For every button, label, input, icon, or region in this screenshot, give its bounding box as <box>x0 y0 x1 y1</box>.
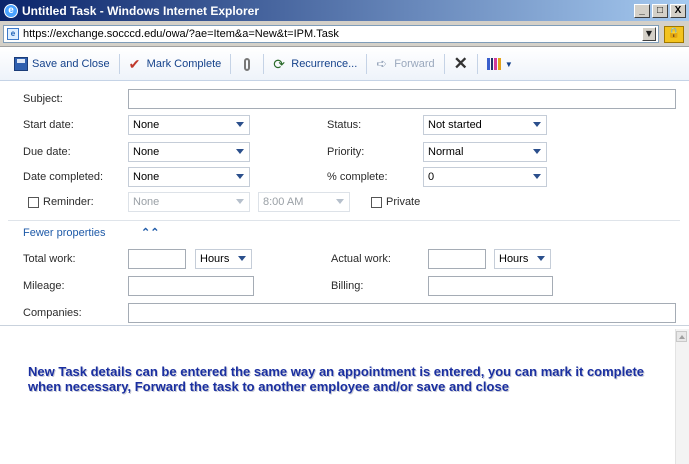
toolbar-separator <box>476 54 478 74</box>
window-title: Untitled Task - Windows Internet Explore… <box>22 3 260 18</box>
status-label: Status: <box>327 119 362 131</box>
scroll-up-arrow-icon[interactable] <box>676 331 687 342</box>
status-select[interactable]: Not started <box>423 115 547 135</box>
chevron-down-icon <box>532 147 542 157</box>
delete-icon: ✕ <box>453 54 468 73</box>
forward-label: Forward <box>394 58 435 70</box>
mark-complete-icon: ✔ <box>128 56 141 72</box>
mileage-label: Mileage: <box>23 280 65 292</box>
categories-icon <box>486 58 501 70</box>
status-value: Not started <box>428 119 482 131</box>
subject-label: Subject: <box>23 93 63 105</box>
window-controls: _ □ X <box>634 3 686 18</box>
chevron-down-icon <box>335 197 345 207</box>
recurrence-label: Recurrence... <box>291 58 358 70</box>
minimize-button[interactable]: _ <box>634 3 650 18</box>
toolbar-separator <box>443 54 445 74</box>
chevron-down-icon <box>532 172 542 182</box>
billing-label: Billing: <box>331 280 364 292</box>
body-scrollbar[interactable] <box>675 329 689 464</box>
priority-select[interactable]: Normal <box>423 142 547 162</box>
close-window-button[interactable]: X <box>670 3 686 18</box>
date-completed-label: Date completed: <box>23 171 104 183</box>
total-work-unit-value: Hours <box>200 253 230 265</box>
chevron-down-icon <box>532 120 542 130</box>
toolbar-separator <box>118 54 120 74</box>
actual-work-unit-value: Hours <box>499 253 529 265</box>
total-work-unit-select[interactable]: Hours <box>195 249 252 269</box>
save-and-close-button[interactable]: Save and Close <box>8 53 116 75</box>
task-toolbar: Save and Close ✔ Mark Complete ⟳ Recurre… <box>0 48 689 81</box>
date-completed-value: None <box>133 171 160 183</box>
save-icon <box>14 57 28 71</box>
priority-value: Normal <box>428 146 464 158</box>
start-date-label: Start date: <box>23 119 74 131</box>
fewer-properties-link[interactable]: Fewer properties <box>23 227 106 239</box>
total-work-label: Total work: <box>23 253 76 265</box>
toolbar-separator <box>263 54 265 74</box>
save-and-close-label: Save and Close <box>32 58 110 70</box>
actual-work-label: Actual work: <box>331 253 391 265</box>
start-date-select[interactable]: None <box>128 115 250 135</box>
categories-dropdown-icon: ▼ <box>504 59 513 69</box>
chevron-down-icon <box>235 147 245 157</box>
percent-complete-label: % complete: <box>327 171 388 183</box>
window-titlebar: e Untitled Task - Windows Internet Explo… <box>0 0 689 21</box>
maximize-button[interactable]: □ <box>652 3 668 18</box>
actual-work-input[interactable] <box>428 249 486 269</box>
companies-label: Companies: <box>23 307 82 319</box>
total-work-input[interactable] <box>128 249 186 269</box>
mark-complete-button[interactable]: ✔ Mark Complete <box>123 53 228 75</box>
lock-icon[interactable]: 🔒 <box>664 26 684 43</box>
due-date-value: None <box>133 146 160 158</box>
due-date-label: Due date: <box>23 146 71 158</box>
chevron-down-icon <box>235 197 245 207</box>
reminder-date-value: None <box>133 196 160 208</box>
attach-file-button[interactable] <box>234 53 260 75</box>
categories-button[interactable]: ▼ <box>481 53 519 75</box>
mark-complete-label: Mark Complete <box>146 58 222 70</box>
private-label: Private <box>386 196 421 208</box>
recurrence-icon: ⟳ <box>273 56 285 72</box>
ie-logo-icon: e <box>4 3 18 18</box>
address-bar: e https://exchange.socccd.edu/owa/?ae=It… <box>0 21 689 47</box>
tutorial-annotation: New Task details can be entered the same… <box>28 364 645 394</box>
url-text: https://exchange.socccd.edu/owa/?ae=Item… <box>23 28 339 40</box>
date-completed-select[interactable]: None <box>128 167 250 187</box>
collapse-chevron-icon[interactable]: ⌃⌃ <box>141 226 159 239</box>
toolbar-separator <box>230 54 232 74</box>
reminder-time-value: 8:00 AM <box>263 196 304 208</box>
paperclip-icon <box>244 57 251 71</box>
companies-input[interactable] <box>128 303 676 323</box>
url-field[interactable]: e https://exchange.socccd.edu/owa/?ae=It… <box>3 25 659 43</box>
address-dropdown-icon[interactable]: ▼ <box>642 27 656 41</box>
page-icon: e <box>7 28 19 40</box>
chevron-down-icon <box>237 254 247 264</box>
toolbar-separator <box>366 54 368 74</box>
private-checkbox[interactable] <box>371 197 382 208</box>
task-body-editor[interactable] <box>0 326 689 464</box>
billing-input[interactable] <box>428 276 553 296</box>
percent-complete-select[interactable]: 0 <box>423 167 547 187</box>
chevron-down-icon <box>235 120 245 130</box>
actual-work-unit-select[interactable]: Hours <box>494 249 551 269</box>
delete-button[interactable]: ✕ <box>448 53 474 75</box>
due-date-select[interactable]: None <box>128 142 250 162</box>
task-form: Subject: Start date: None Status: Not st… <box>0 82 689 328</box>
reminder-label: Reminder: <box>43 196 94 208</box>
reminder-checkbox[interactable] <box>28 197 39 208</box>
mileage-input[interactable] <box>128 276 254 296</box>
forward-button[interactable]: ➪ Forward <box>370 53 440 75</box>
start-date-value: None <box>133 119 160 131</box>
chevron-down-icon <box>536 254 546 264</box>
chevron-down-icon <box>235 172 245 182</box>
percent-complete-value: 0 <box>428 171 435 183</box>
reminder-time-select[interactable]: 8:00 AM <box>258 192 350 212</box>
subject-input[interactable] <box>128 89 676 109</box>
section-divider <box>8 220 680 221</box>
forward-icon: ➪ <box>376 56 388 71</box>
reminder-date-select[interactable]: None <box>128 192 250 212</box>
recurrence-button[interactable]: ⟳ Recurrence... <box>267 53 363 75</box>
priority-label: Priority: <box>327 146 365 158</box>
